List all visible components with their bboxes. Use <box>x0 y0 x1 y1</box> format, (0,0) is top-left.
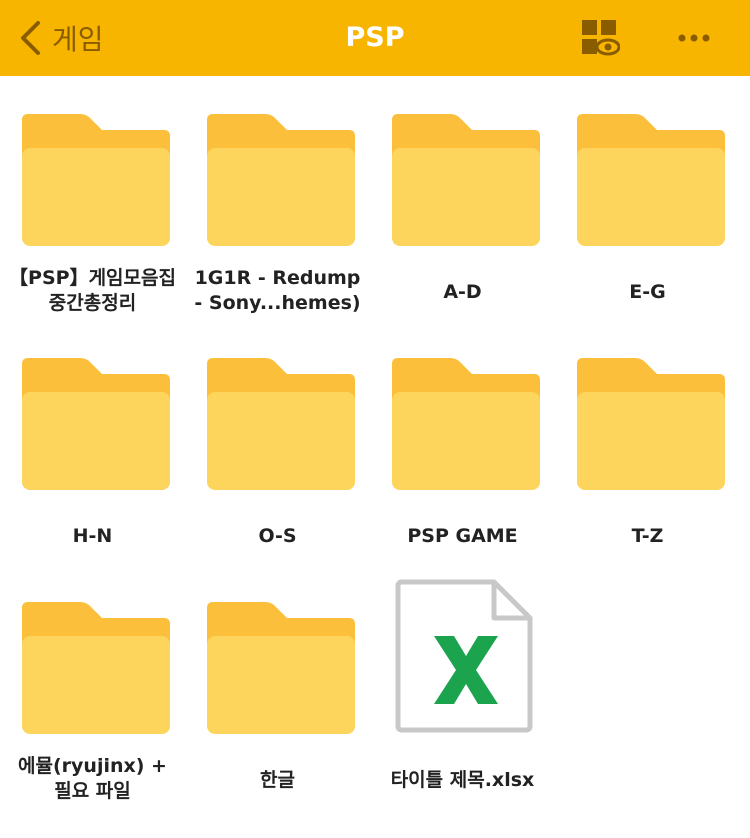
item-label: 한글 <box>185 768 370 793</box>
folder-item[interactable]: PSP GAME <box>370 320 555 560</box>
folder-item[interactable]: 1G1R - Redump - Sony...hemes) <box>185 76 370 316</box>
item-label-line1: PSP GAME <box>407 525 518 547</box>
item-label: A-D <box>370 280 555 305</box>
chevron-left-icon <box>21 21 40 55</box>
excel-file-icon <box>390 578 538 734</box>
folder-icon <box>392 114 540 246</box>
folder-icon <box>207 114 355 246</box>
item-label-line1: 에뮬(ryujinx) + <box>18 755 167 777</box>
item-label-line1: 【PSP】게임모음집 <box>9 267 176 289</box>
item-label-line1: T-Z <box>631 525 664 547</box>
folder-icon <box>22 114 170 246</box>
folder-icon <box>22 602 170 734</box>
item-label: O-S <box>185 524 370 549</box>
view-options-button[interactable] <box>580 18 621 58</box>
folder-item[interactable]: 한글 <box>185 564 370 804</box>
back-label: 게임 <box>52 23 104 56</box>
item-label: 에뮬(ryujinx) + 필요 파일 <box>0 754 185 804</box>
page-title: PSP <box>345 22 405 53</box>
file-item[interactable]: 타이틀 제목.xlsx <box>370 564 555 804</box>
more-options-button[interactable] <box>674 24 714 52</box>
folder-item[interactable]: 에뮬(ryujinx) + 필요 파일 <box>0 564 185 804</box>
folder-icon <box>207 358 355 490</box>
item-label-line2: - Sony...hemes) <box>194 292 361 314</box>
item-label-line1: E-G <box>629 281 666 303</box>
item-label-line1: 1G1R - Redump <box>194 267 361 289</box>
folder-item[interactable]: A-D <box>370 76 555 316</box>
back-button[interactable]: 게임 <box>18 18 104 58</box>
folder-item[interactable]: 【PSP】게임모음집중간총정리 <box>0 76 185 316</box>
item-label: 타이틀 제목.xlsx <box>370 768 555 793</box>
item-label: T-Z <box>555 524 740 549</box>
grid-eye-icon <box>582 20 621 56</box>
item-label: PSP GAME <box>370 524 555 549</box>
folder-icon <box>207 602 355 734</box>
item-label-line1: O-S <box>258 525 297 547</box>
item-label: H-N <box>0 524 185 549</box>
folder-item[interactable]: E-G <box>555 76 740 316</box>
item-label: E-G <box>555 280 740 305</box>
item-label: 【PSP】게임모음집중간총정리 <box>0 266 185 316</box>
folder-item[interactable]: H-N <box>0 320 185 560</box>
item-label-line1: 타이틀 제목.xlsx <box>390 769 535 791</box>
folder-icon <box>577 358 725 490</box>
folder-icon <box>577 114 725 246</box>
item-label-line1: H-N <box>72 525 113 547</box>
folder-item[interactable]: T-Z <box>555 320 740 560</box>
folder-item[interactable]: O-S <box>185 320 370 560</box>
folder-icon <box>22 358 170 490</box>
item-label: 1G1R - Redump - Sony...hemes) <box>185 266 370 316</box>
top-bar: 게임 PSP <box>0 0 750 76</box>
folder-icon <box>392 358 540 490</box>
ellipsis-icon <box>678 34 710 42</box>
item-label-line2: 중간총정리 <box>48 292 137 314</box>
item-label-line2: 필요 파일 <box>54 780 131 802</box>
item-label-line1: A-D <box>443 281 482 303</box>
item-label-line1: 한글 <box>260 769 295 791</box>
